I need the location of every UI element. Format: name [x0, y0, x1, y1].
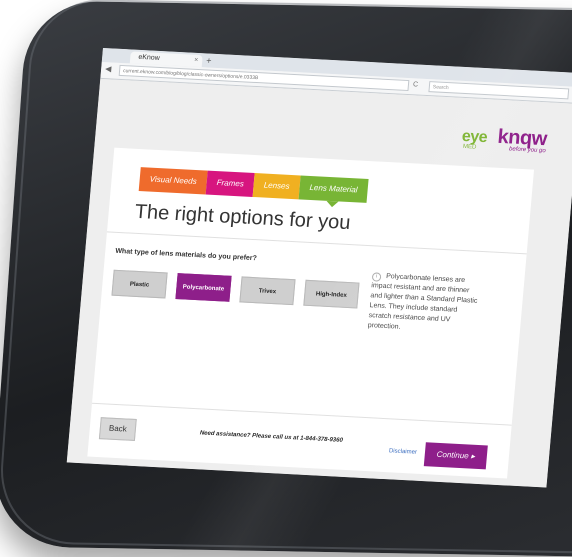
page-title: The right options for you — [133, 200, 352, 235]
question-label: What type of lens materials do you prefe… — [115, 247, 258, 263]
description-text: Polycarbonate lenses are impact resistan… — [367, 273, 478, 331]
step-lens-material[interactable]: Lens Material — [298, 175, 369, 203]
step-lenses[interactable]: Lenses — [252, 173, 301, 200]
footer-divider — [91, 402, 512, 426]
tablet-screen: eKnow × + ◀ current.eknow.com/blog/blog/… — [66, 48, 572, 488]
back-arrow-icon[interactable]: ◀ — [105, 64, 112, 73]
continue-label: Continue — [436, 449, 470, 461]
disclaimer-link[interactable]: Disclaimer — [389, 448, 418, 455]
content-card: Visual Needs Frames Lenses Lens Material… — [87, 147, 535, 479]
tab-label: eKnow — [138, 53, 161, 62]
option-description: i Polycarbonate lenses are impact resist… — [367, 271, 482, 337]
step-frames[interactable]: Frames — [205, 170, 255, 197]
close-icon[interactable]: × — [194, 55, 199, 67]
option-trivex[interactable]: Trivex — [239, 276, 296, 306]
brand-logo: eye knqw MED before you go — [461, 124, 548, 154]
back-button[interactable]: Back — [98, 417, 137, 441]
step-visual-needs[interactable]: Visual Needs — [138, 167, 208, 195]
logo-tagline: before you go — [508, 146, 546, 155]
reload-icon[interactable]: C — [413, 81, 419, 88]
lens-material-options: Plastic Polycarbonate Trivex High-Index — [111, 269, 369, 309]
web-page: eye knqw MED before you go Visual Needs … — [66, 78, 572, 488]
progress-steps: Visual Needs Frames Lenses Lens Material — [138, 167, 369, 203]
continue-button[interactable]: Continue ▸ — [423, 442, 488, 470]
new-tab-button[interactable]: + — [206, 55, 212, 66]
option-plastic[interactable]: Plastic — [111, 269, 168, 299]
assistance-text: Need assistance? Please call us at 1-844… — [199, 430, 344, 444]
info-icon: i — [371, 272, 382, 282]
option-high-index[interactable]: High-Index — [303, 279, 360, 309]
chevron-right-icon: ▸ — [470, 451, 476, 461]
option-polycarbonate[interactable]: Polycarbonate — [175, 273, 232, 302]
